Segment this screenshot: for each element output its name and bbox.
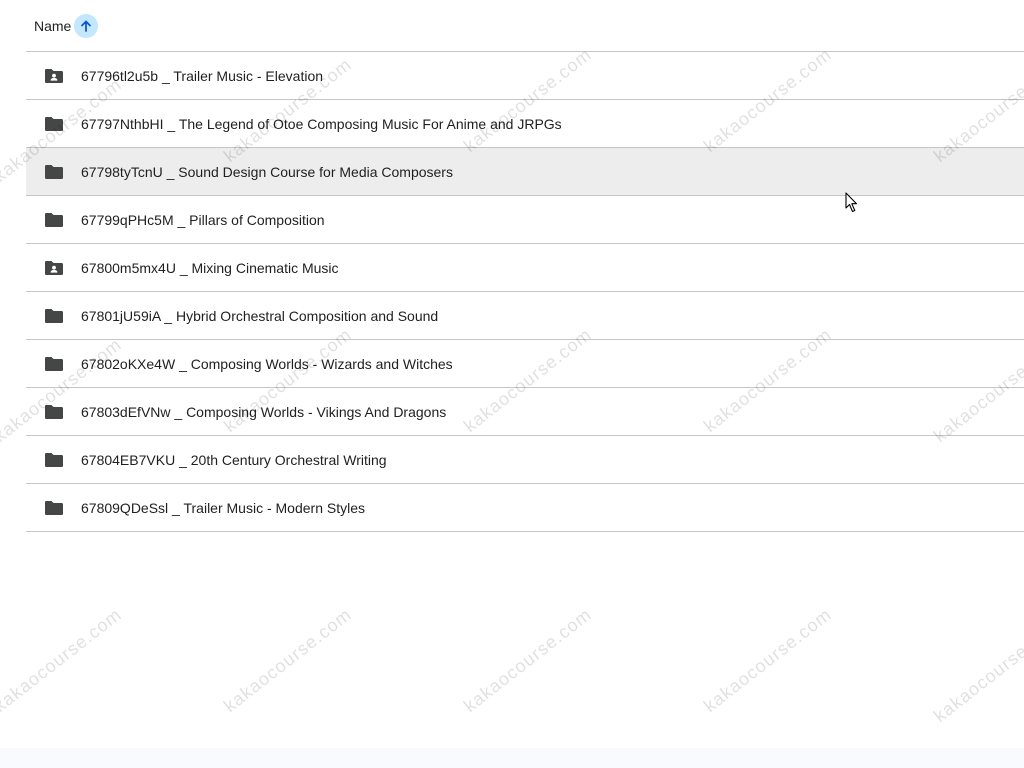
folder-row[interactable]: 67796tl2u5b _ Trailer Music - Elevation <box>26 52 1024 100</box>
folder-row[interactable]: 67801jU59iA _ Hybrid Orchestral Composit… <box>26 292 1024 340</box>
folder-icon <box>43 211 65 229</box>
folder-icon <box>45 116 63 131</box>
folder-icon <box>45 404 63 419</box>
folder-name: 67799qPHc5M _ Pillars of Composition <box>81 211 325 228</box>
folder-icon <box>45 308 63 323</box>
folder-icon <box>45 164 63 179</box>
folder-row[interactable]: 67804EB7VKU _ 20th Century Orchestral Wr… <box>26 436 1024 484</box>
folder-name: 67800m5mx4U _ Mixing Cinematic Music <box>81 259 339 276</box>
folder-icon <box>43 499 65 517</box>
folder-icon <box>43 115 65 133</box>
folder-icon <box>45 212 63 227</box>
folder-row[interactable]: 67803dEfVNw _ Composing Worlds - Vikings… <box>26 388 1024 436</box>
folder-name: 67803dEfVNw _ Composing Worlds - Vikings… <box>81 403 447 420</box>
folder-icon <box>45 356 63 371</box>
shared-folder-icon <box>45 68 63 83</box>
folder-name: 67798tyTcnU _ Sound Design Course for Me… <box>81 163 453 180</box>
folder-icon <box>43 355 65 373</box>
folder-row[interactable]: 67802oKXe4W _ Composing Worlds - Wizards… <box>26 340 1024 388</box>
folder-name: 67797NthbHI _ The Legend of Otoe Composi… <box>81 115 562 132</box>
folder-name: 67809QDeSsl _ Trailer Music - Modern Sty… <box>81 499 365 516</box>
shared-folder-icon <box>43 67 65 85</box>
folder-icon <box>43 307 65 325</box>
folder-row[interactable]: 67798tyTcnU _ Sound Design Course for Me… <box>26 148 1024 196</box>
folder-name: 67802oKXe4W _ Composing Worlds - Wizards… <box>81 355 453 372</box>
folder-name: 67796tl2u5b _ Trailer Music - Elevation <box>81 67 324 84</box>
list-header: Name <box>26 0 1024 52</box>
folder-row[interactable]: 67800m5mx4U _ Mixing Cinematic Music <box>26 244 1024 292</box>
folder-icon <box>43 451 65 469</box>
folder-name: 67801jU59iA _ Hybrid Orchestral Composit… <box>81 307 439 324</box>
file-list: 67796tl2u5b _ Trailer Music - Elevation 6… <box>26 52 1024 532</box>
file-list-panel: Name 67796tl2u5b _ Trailer Music - Eleva… <box>0 0 1024 748</box>
folder-row[interactable]: 67797NthbHI _ The Legend of Otoe Composi… <box>26 100 1024 148</box>
sort-direction-button[interactable] <box>74 13 99 38</box>
name-column-header[interactable]: Name <box>34 18 71 34</box>
folder-row[interactable]: 67809QDeSsl _ Trailer Music - Modern Sty… <box>26 484 1024 532</box>
arrow-up-icon <box>81 20 92 32</box>
shared-folder-icon <box>45 260 63 275</box>
shared-folder-icon <box>43 259 65 277</box>
folder-icon <box>45 452 63 467</box>
folder-icon <box>45 500 63 515</box>
folder-name: 67804EB7VKU _ 20th Century Orchestral Wr… <box>81 451 387 468</box>
folder-icon <box>43 403 65 421</box>
folder-row[interactable]: 67799qPHc5M _ Pillars of Composition <box>26 196 1024 244</box>
folder-icon <box>43 163 65 181</box>
mouse-cursor-icon <box>845 192 858 213</box>
